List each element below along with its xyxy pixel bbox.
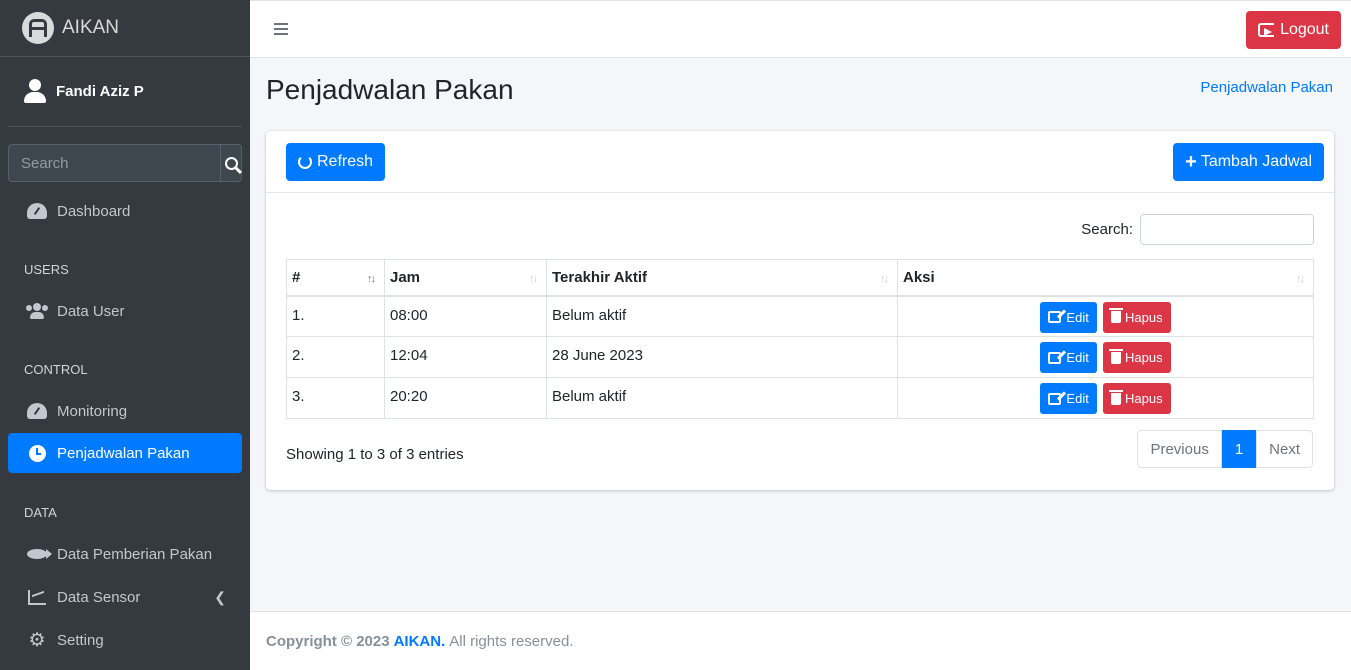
- column-header-number[interactable]: # ↑↓: [286, 259, 385, 297]
- refresh-label: Refresh: [317, 153, 374, 170]
- cell-jam: 20:20: [384, 377, 547, 419]
- schedule-table: # ↑↓ Jam ↑↓ Terakhir Aktif ↑↓ Aksi ↑↓ 1. 08:…: [286, 259, 1314, 419]
- sidebar-search: [8, 144, 242, 182]
- user-icon: [24, 78, 46, 105]
- user-name: Fandi Aziz P: [56, 83, 144, 100]
- edit-button[interactable]: Edit: [1040, 342, 1097, 373]
- cell-terakhir-aktif: Belum aktif: [546, 377, 898, 419]
- sidebar-item-penjadwalan-pakan[interactable]: Penjadwalan Pakan: [8, 433, 242, 473]
- trash-icon: [1109, 389, 1123, 405]
- cell-number: 2.: [286, 336, 385, 378]
- refresh-button[interactable]: Refresh: [286, 143, 386, 181]
- footer-rights: All rights reserved.: [449, 632, 574, 650]
- trash-icon: [1109, 348, 1123, 364]
- sidebar-search-input[interactable]: [8, 144, 220, 182]
- cell-terakhir-aktif: 28 June 2023: [546, 336, 898, 378]
- edit-button[interactable]: Edit: [1040, 383, 1097, 414]
- aikan-logo-icon: [22, 12, 54, 44]
- sign-out-icon: [1258, 23, 1275, 37]
- sort-icon: ↑↓: [529, 273, 538, 285]
- logout-label: Logout: [1280, 21, 1329, 38]
- cell-terakhir-aktif: Belum aktif: [546, 295, 898, 337]
- schedule-card: Refresh + Tambah Jadwal Search: # ↑↓ Jam ↑…: [266, 131, 1334, 490]
- hamburger-menu-icon[interactable]: [274, 23, 288, 35]
- gears-icon: ⚙: [28, 629, 46, 651]
- cell-aksi: Edit Hapus: [897, 336, 1314, 378]
- logout-button[interactable]: Logout: [1246, 11, 1341, 49]
- sidebar-search-button[interactable]: [220, 144, 242, 182]
- column-header-terakhir-aktif[interactable]: Terakhir Aktif ↑↓: [546, 259, 898, 297]
- delete-button[interactable]: Hapus: [1103, 342, 1171, 373]
- sidebar-header-data: DATA: [24, 505, 57, 520]
- sort-asc-icon: ↑↓: [367, 273, 376, 285]
- table-row: 1. 08:00 Belum aktif Edit Hapus: [286, 295, 1314, 337]
- fish-icon: [26, 544, 52, 564]
- sidebar-item-data-sensor[interactable]: Data Sensor ❮: [8, 577, 242, 617]
- refresh-icon: [298, 155, 312, 169]
- chevron-left-icon[interactable]: ❮: [214, 589, 226, 606]
- breadcrumb[interactable]: Penjadwalan Pakan: [1200, 79, 1333, 96]
- dashboard-icon: [26, 201, 48, 221]
- sidebar-header-users: USERS: [24, 262, 69, 277]
- search-icon: [224, 156, 238, 170]
- add-schedule-label: Tambah Jadwal: [1200, 153, 1312, 170]
- sidebar-item-data-user[interactable]: Data User: [8, 291, 242, 331]
- table-row: 2. 12:04 28 June 2023 Edit Hapus: [286, 336, 1314, 378]
- chart-icon: [26, 587, 48, 607]
- pagination-next[interactable]: Next: [1256, 430, 1313, 468]
- delete-button[interactable]: Hapus: [1103, 301, 1171, 333]
- sidebar-item-monitoring[interactable]: Monitoring: [8, 391, 242, 431]
- sidebar-header-control: CONTROL: [24, 362, 88, 377]
- cell-jam: 12:04: [384, 336, 547, 378]
- sidebar-item-data-pemberian-pakan[interactable]: Data Pemberian Pakan: [8, 534, 242, 574]
- sidebar-item-label: Data Pemberian Pakan: [57, 545, 213, 563]
- column-header-aksi[interactable]: Aksi ↑↓: [897, 259, 1314, 297]
- edit-button[interactable]: Edit: [1040, 301, 1097, 333]
- plus-icon: +: [1185, 151, 1197, 173]
- table-search-label: Search:: [1081, 221, 1133, 238]
- cell-number: 1.: [286, 295, 385, 337]
- edit-icon: [1048, 311, 1062, 323]
- cell-jam: 08:00: [384, 295, 547, 337]
- pagination: Previous 1 Next: [1137, 430, 1313, 468]
- table-row: 3. 20:20 Belum aktif Edit Hapus: [286, 377, 1314, 419]
- sidebar-item-label: Setting: [57, 631, 104, 649]
- cell-aksi: Edit Hapus: [897, 295, 1314, 337]
- clock-icon: [26, 443, 48, 463]
- table-search-input[interactable]: [1140, 214, 1314, 245]
- add-schedule-button[interactable]: + Tambah Jadwal: [1173, 143, 1324, 181]
- edit-icon: [1048, 392, 1062, 405]
- sidebar-item-label: Monitoring: [57, 402, 128, 420]
- sort-icon: ↑↓: [880, 273, 889, 285]
- gauge-icon: [26, 401, 48, 421]
- pagination-page-1[interactable]: 1: [1221, 430, 1257, 468]
- table-header-row: # ↑↓ Jam ↑↓ Terakhir Aktif ↑↓ Aksi ↑↓: [286, 259, 1314, 297]
- card-header: Refresh + Tambah Jadwal: [266, 131, 1334, 193]
- sidebar-item-label: Penjadwalan Pakan: [57, 444, 190, 462]
- sidebar-item-setting[interactable]: ⚙ Setting: [8, 620, 242, 660]
- cell-aksi: Edit Hapus: [897, 377, 1314, 419]
- column-header-jam[interactable]: Jam ↑↓: [384, 259, 547, 297]
- sidebar-item-label: Dashboard: [57, 202, 131, 220]
- sort-icon: ↑↓: [1296, 273, 1305, 285]
- sidebar: AIKAN Fandi Aziz P Dashboard USERS Data …: [0, 0, 250, 670]
- brand-name: AIKAN: [62, 17, 120, 38]
- table-info: Showing 1 to 3 of 3 entries: [286, 446, 464, 463]
- cell-number: 3.: [286, 377, 385, 419]
- page-title: Penjadwalan Pakan: [266, 74, 514, 105]
- user-panel[interactable]: Fandi Aziz P: [8, 57, 242, 127]
- users-icon: [26, 301, 48, 321]
- brand-link[interactable]: AIKAN: [0, 0, 250, 57]
- footer-brand-link[interactable]: AIKAN.: [394, 633, 446, 650]
- top-navbar: Logout: [250, 0, 1351, 58]
- trash-icon: [1109, 308, 1123, 323]
- sidebar-item-dashboard[interactable]: Dashboard: [8, 191, 242, 231]
- sidebar-item-label: Data User: [57, 302, 125, 320]
- footer: Copyright © 2023 AIKAN. All rights reser…: [250, 611, 1351, 670]
- sidebar-item-label: Data Sensor: [57, 588, 141, 606]
- edit-icon: [1048, 351, 1062, 364]
- pagination-previous[interactable]: Previous: [1137, 430, 1222, 468]
- delete-button[interactable]: Hapus: [1103, 383, 1171, 414]
- footer-copyright: Copyright © 2023: [266, 632, 390, 650]
